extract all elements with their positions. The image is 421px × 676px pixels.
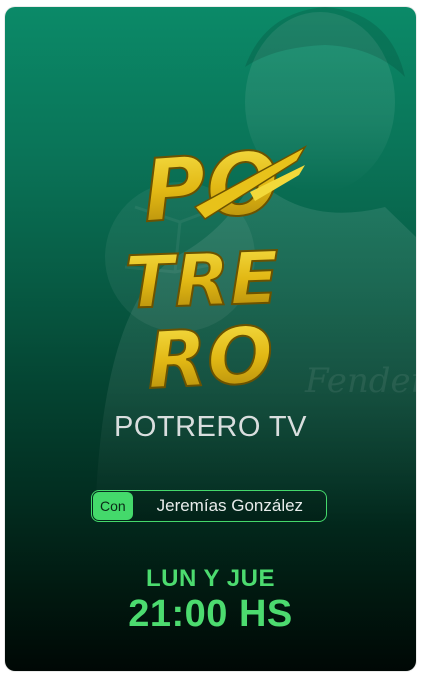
host-name: Jeremías González bbox=[156, 496, 304, 515]
host-badge: Con Jeremías González bbox=[91, 490, 327, 522]
potrero-logo: PO TRE RO bbox=[123, 132, 307, 402]
host-prefix: Con bbox=[93, 492, 133, 520]
show-card[interactable]: Fender PO TRE RO POTRERO TV Con Jeremías… bbox=[5, 7, 416, 671]
logo-line-3: RO bbox=[145, 310, 276, 402]
show-title: POTRERO TV bbox=[114, 411, 307, 443]
schedule-days: LUN Y JUE bbox=[146, 565, 275, 592]
schedule-time: 21:00 HS bbox=[128, 593, 293, 635]
